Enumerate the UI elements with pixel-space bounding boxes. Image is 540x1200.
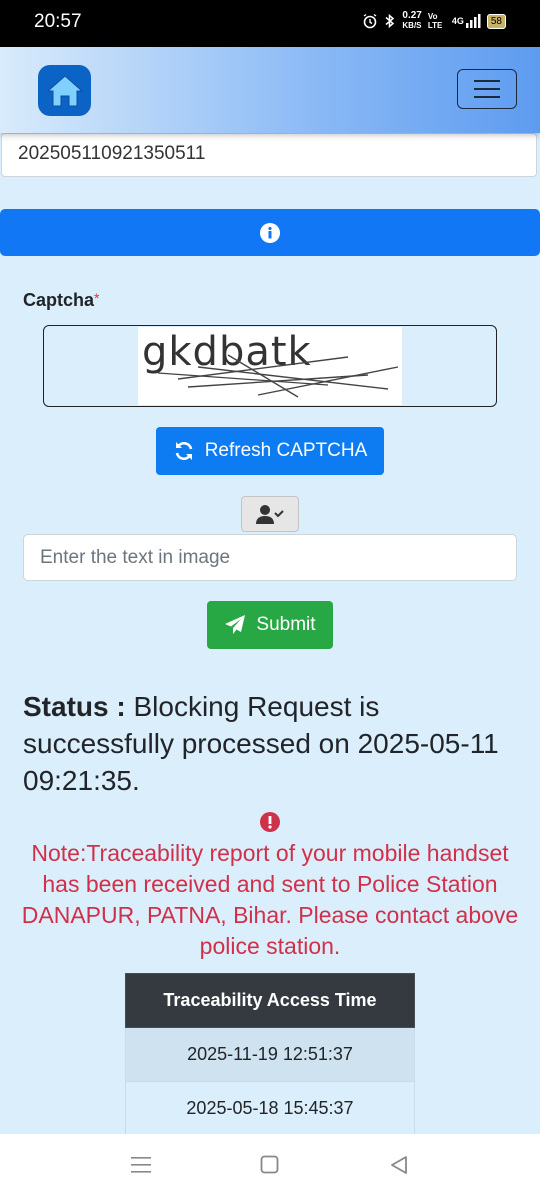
traceability-note: Note:Traceability report of your mobile … (21, 840, 519, 959)
captcha-input[interactable] (23, 534, 517, 581)
captcha-image: gkdbatk (138, 327, 402, 405)
hamburger-menu-icon[interactable] (457, 69, 517, 109)
status-message: Status : Blocking Request is successfull… (23, 688, 523, 799)
info-icon (260, 222, 280, 243)
network-type: 4G (451, 16, 464, 26)
volte-indicator: Vo LTE (427, 12, 443, 30)
exclamation-circle-icon (260, 812, 280, 832)
speed-value: 0.27 (402, 10, 422, 21)
battery-indicator: 58 (486, 13, 506, 29)
table-row: 2025-11-19 12:51:37 (125, 1027, 415, 1082)
traceability-table: Traceability Access Time 2025-11-19 12:5… (125, 973, 415, 1136)
table-row: 2025-05-18 15:45:37 (125, 1081, 415, 1136)
table-cell: 2025-05-18 15:45:37 (125, 1081, 415, 1136)
user-check-icon (256, 505, 284, 524)
clock: 20:57 (34, 11, 82, 32)
refresh-captcha-label: Refresh CAPTCHA (204, 440, 368, 461)
table-cell: 2025-11-19 12:51:37 (125, 1027, 415, 1082)
back-icon[interactable] (389, 1155, 409, 1175)
captcha-label: Captcha* (23, 290, 99, 311)
table-header: Traceability Access Time (125, 973, 415, 1028)
network-speed: 0.27 KB/S (402, 11, 421, 31)
alarm-icon (362, 13, 378, 29)
submit-label: Submit (256, 614, 316, 635)
home-nav-icon[interactable] (260, 1155, 280, 1175)
android-status-bar: 20:57 0.27 KB/S Vo LTE 4G 58 (0, 0, 540, 47)
app-header (0, 47, 540, 133)
captcha-text: gkdbatk (142, 329, 312, 375)
bluetooth-icon (384, 13, 396, 29)
recent-apps-icon[interactable] (131, 1155, 151, 1175)
user-check-button[interactable] (241, 496, 299, 532)
request-id-field[interactable]: 202505110921350511 (1, 133, 537, 177)
refresh-captcha-button[interactable]: Refresh CAPTCHA (156, 427, 384, 475)
submit-button[interactable]: Submit (207, 601, 333, 649)
android-nav-bar (0, 1134, 540, 1200)
refresh-icon (175, 441, 192, 461)
status-icons: 0.27 KB/S Vo LTE 4G 58 (362, 11, 506, 31)
status-label: Status : (23, 691, 126, 722)
speed-unit: KB/S (402, 21, 422, 30)
info-banner (0, 209, 540, 256)
paper-plane-icon (225, 615, 246, 634)
captcha-label-text: Captcha (23, 290, 95, 310)
home-icon[interactable] (38, 65, 91, 116)
required-mark: * (94, 290, 100, 306)
signal-icon: 4G (452, 14, 481, 28)
